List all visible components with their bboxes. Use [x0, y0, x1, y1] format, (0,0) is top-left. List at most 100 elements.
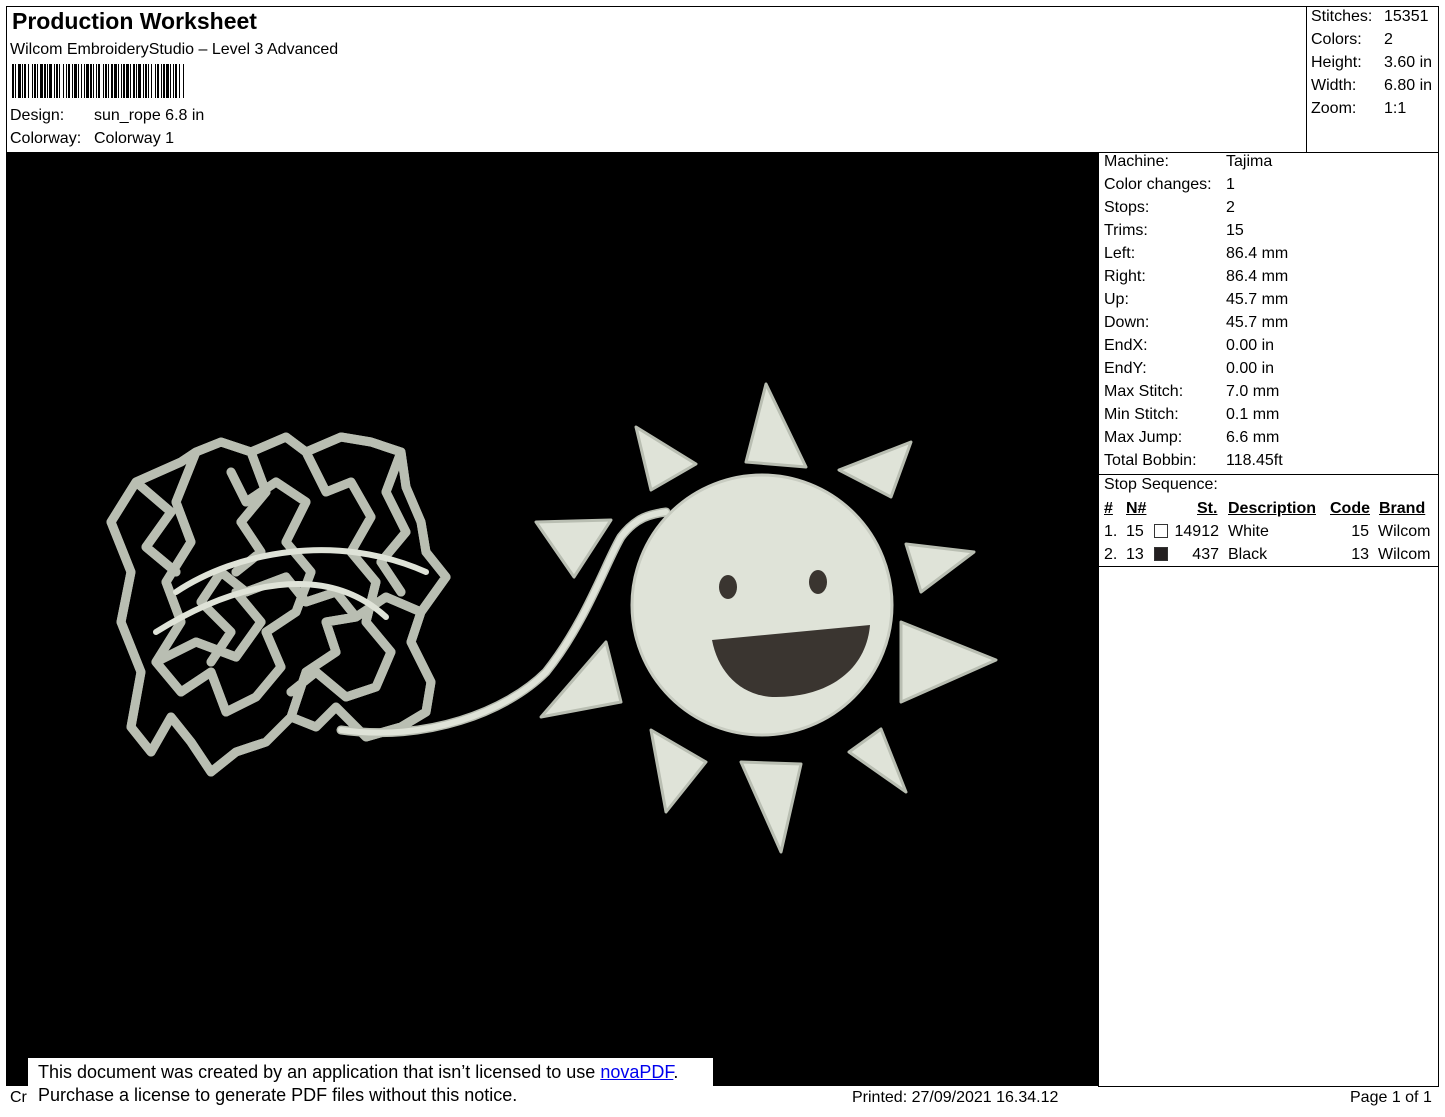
- design-preview: [6, 152, 1099, 1086]
- page-number: Page 1 of 1: [1350, 1089, 1432, 1106]
- barcode-bar: [37, 64, 38, 98]
- barcode-bar: [175, 64, 177, 98]
- machine-info-label: Stops:: [1104, 199, 1150, 216]
- machine-info-value: 0.00 in: [1226, 360, 1275, 377]
- color-swatch: [1154, 547, 1168, 561]
- machine-info-value: 86.4 mm: [1226, 268, 1289, 285]
- machine-info-value: 118.45ft: [1226, 452, 1283, 469]
- barcode-bar: [68, 64, 70, 98]
- barcode-bar: [84, 64, 85, 98]
- machine-info-label: Max Stitch:: [1104, 383, 1184, 400]
- barcode-bar: [143, 64, 144, 98]
- barcode-bar: [151, 64, 152, 98]
- machine-info-value: 15: [1226, 222, 1244, 239]
- barcode-bar: [81, 64, 82, 98]
- barcode-bar: [173, 64, 174, 98]
- barcode-bar: [98, 64, 100, 98]
- barcode-bar: [93, 64, 94, 98]
- barcode-bar: [183, 64, 184, 98]
- machine-info-value: 45.7 mm: [1226, 314, 1289, 331]
- zoom-value: 1:1: [1384, 100, 1407, 117]
- barcode-bar: [166, 64, 169, 98]
- info-divider-1: [1098, 474, 1439, 475]
- cell-brand: Wilcom: [1378, 523, 1431, 540]
- stitches-label: Stitches:: [1311, 8, 1373, 25]
- machine-info-label: Color changes:: [1104, 176, 1212, 193]
- barcode-bar: [54, 64, 55, 98]
- cell-code: 13: [1351, 546, 1369, 563]
- machine-info-label: EndX:: [1104, 337, 1148, 354]
- page-title: Production Worksheet: [12, 8, 257, 34]
- barcode-bar: [47, 64, 48, 98]
- barcode-bar: [123, 64, 125, 98]
- barcode-bar: [96, 64, 97, 98]
- software-name: Wilcom EmbroideryStudio – Level 3 Advanc…: [10, 41, 339, 58]
- machine-info-label: Up:: [1104, 291, 1129, 308]
- machine-info-label: Down:: [1104, 314, 1150, 331]
- barcode-bar: [86, 64, 89, 98]
- barcode-bar: [179, 64, 180, 98]
- rope-tangle: [106, 432, 671, 777]
- cell-st: 14912: [1174, 523, 1220, 540]
- cell-n: 15: [1126, 523, 1144, 540]
- novapdf-link[interactable]: novaPDF: [600, 1062, 673, 1082]
- barcode-bar: [34, 64, 36, 98]
- colors-label: Colors:: [1311, 31, 1362, 48]
- barcode-bar: [22, 64, 23, 98]
- barcode-bar: [157, 64, 159, 98]
- height-value: 3.60 in: [1384, 54, 1433, 71]
- barcode-bar: [108, 64, 109, 98]
- barcode-bar: [28, 64, 29, 98]
- machine-info-value: 1: [1226, 176, 1235, 193]
- col-header-stitches: St.: [1197, 500, 1218, 517]
- barcode-bar: [163, 64, 165, 98]
- machine-info-value: 6.6 mm: [1226, 429, 1280, 446]
- height-label: Height:: [1311, 54, 1362, 71]
- cell-num: 2.: [1104, 546, 1118, 563]
- printed-date: Printed: 27/09/2021 16.34.12: [852, 1089, 1059, 1106]
- machine-info-label: Machine:: [1104, 153, 1169, 170]
- cell-n: 13: [1126, 546, 1144, 563]
- machine-info-value: 2: [1226, 199, 1235, 216]
- cell-st: 437: [1192, 546, 1219, 563]
- barcode-bar: [148, 64, 149, 98]
- barcode-bar: [15, 64, 16, 98]
- col-header-needle: N#: [1126, 500, 1147, 517]
- machine-info-label: EndY:: [1104, 360, 1147, 377]
- barcode-bar: [66, 64, 67, 98]
- machine-info-value: 45.7 mm: [1226, 291, 1289, 308]
- cell-num: 1.: [1104, 523, 1118, 540]
- barcode-bar: [126, 64, 129, 98]
- colorway-value: Colorway 1: [94, 130, 175, 147]
- cell-desc: Black: [1228, 546, 1268, 563]
- barcode-bar: [121, 64, 122, 98]
- notice-period: .: [673, 1062, 679, 1082]
- barcode-bar: [161, 64, 162, 98]
- barcode-bar: [18, 64, 21, 98]
- notice-text-2: Purchase a license to generate PDF files…: [38, 1085, 518, 1105]
- barcode-bar: [74, 64, 77, 98]
- design-label: Design:: [10, 107, 65, 124]
- machine-info-label: Trims:: [1104, 222, 1148, 239]
- barcode-bar: [130, 64, 131, 98]
- barcode-bar: [133, 64, 135, 98]
- barcode-bar: [145, 64, 147, 98]
- barcode-bar: [170, 64, 171, 98]
- stitches-value: 15351: [1384, 8, 1429, 25]
- barcode-bar: [24, 64, 26, 98]
- machine-info-value: 0.00 in: [1226, 337, 1275, 354]
- cell-code: 15: [1351, 523, 1369, 540]
- machine-info-value: Tajima: [1226, 153, 1273, 170]
- barcode-bar: [72, 64, 73, 98]
- info-divider-2: [1098, 566, 1439, 567]
- cell-brand: Wilcom: [1378, 546, 1431, 563]
- sun-left-eye: [719, 575, 737, 599]
- barcode-bar: [78, 64, 79, 98]
- barcode-bar: [103, 64, 104, 98]
- barcode-bar: [44, 64, 46, 98]
- barcode-bar: [49, 64, 52, 98]
- barcode-bar: [12, 64, 14, 98]
- stop-sequence-title: Stop Sequence:: [1104, 476, 1218, 493]
- barcode-bar: [114, 64, 117, 98]
- barcode-bar: [63, 64, 64, 98]
